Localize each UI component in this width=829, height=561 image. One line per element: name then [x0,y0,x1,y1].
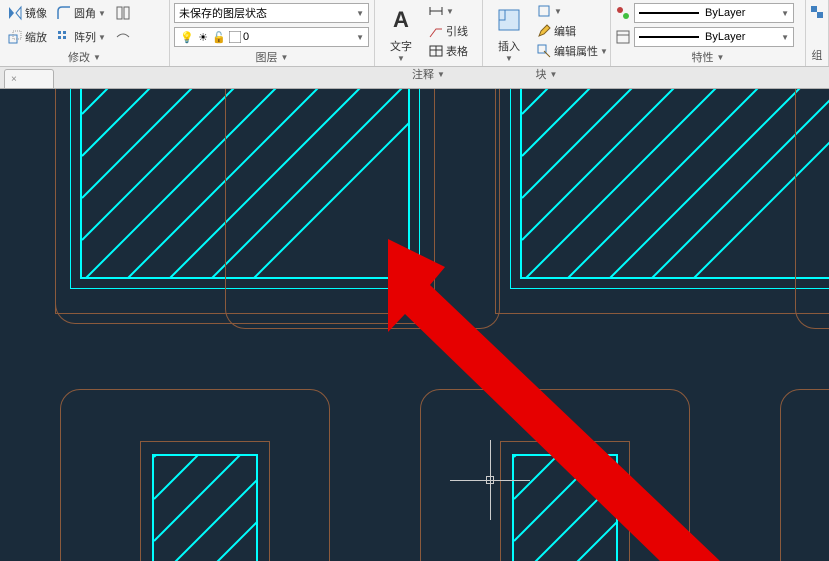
edit-button[interactable]: 编辑 [533,22,611,40]
chevron-down-icon: ▼ [98,33,106,42]
leader-label: 引线 [446,23,468,39]
layer-state-value: 未保存的图层状态 [179,5,267,21]
layer-panel-label: 图层 ▼ [174,48,370,66]
chevron-down-icon: ▼ [781,33,789,42]
text-icon: A [385,4,417,36]
chevron-down-icon: ▼ [554,7,562,16]
layer-dropdown[interactable]: 💡 ☀ 🔓 0 ▼ [174,27,369,47]
edit-label: 编辑 [554,23,576,39]
linetype-dropdown[interactable]: ByLayer ▼ [634,3,794,23]
rounded-outline [795,89,829,329]
edit-icon [536,23,552,39]
lineweight-dropdown[interactable]: ByLayer ▼ [634,27,794,47]
insert-icon [493,4,525,36]
array-button[interactable]: 阵列 ▼ [53,28,109,46]
group-panel-label: 组 [810,46,824,64]
mirror-button[interactable]: 镜像 [4,4,50,22]
linetype-value: ByLayer [705,7,745,19]
editattr-button[interactable]: 编辑属性 ▼ [533,42,611,60]
match-props-icon[interactable] [615,5,631,21]
mirror-icon [7,5,23,21]
tool-button-2[interactable] [112,28,134,46]
dimension-icon [428,3,444,19]
props-icon[interactable] [615,29,631,45]
table-label: 表格 [446,43,468,59]
tool-button-1[interactable] [112,4,134,22]
chevron-down-icon: ▼ [446,7,454,16]
document-tab[interactable]: × [4,69,54,88]
chevron-down-icon: ▼ [600,47,608,56]
fillet-label: 圆角 [74,5,96,21]
properties-panel-label: 特性 ▼ [615,48,801,66]
line-preview [639,36,699,38]
chevron-down-icon: ▼ [505,54,513,63]
lightbulb-icon: 💡 [179,29,195,45]
chevron-down-icon: ▼ [98,9,106,18]
text-label: 文字 [390,38,412,54]
table-icon [428,43,444,59]
text-button[interactable]: A 文字 ▼ [379,2,423,65]
rounded-outline [225,89,500,329]
group-button[interactable] [810,2,824,22]
create-icon [536,3,552,19]
chevron-down-icon: ▼ [356,9,364,18]
tool-icon [115,5,131,21]
leader-icon [428,23,444,39]
tab-close[interactable]: × [11,74,17,85]
chevron-down-icon: ▼ [397,54,405,63]
hatched-rect [512,454,618,561]
modify-panel-label: 修改 ▼ [4,48,165,66]
create-button[interactable]: ▼ [533,2,611,20]
mirror-label: 镜像 [25,5,47,21]
scale-label: 缩放 [25,29,47,45]
annotate-panel-label: 注释 ▼ [379,65,478,83]
block-panel-label: 块 ▼ [487,65,606,83]
array-label: 阵列 [74,29,96,45]
hatched-rect [520,89,829,279]
scale-icon [7,29,23,45]
layer-state-dropdown[interactable]: 未保存的图层状态 ▼ [174,3,369,23]
editattr-icon [536,43,552,59]
hatched-rect [152,454,258,561]
tool-icon [115,29,131,45]
lineweight-value: ByLayer [705,31,745,43]
color-swatch-icon [227,29,243,45]
drawing-canvas[interactable] [0,89,829,561]
insert-button[interactable]: 插入 ▼ [487,2,531,65]
chevron-down-icon: ▼ [781,9,789,18]
chevron-down-icon: ▼ [356,33,364,42]
scale-button[interactable]: 缩放 [4,28,50,46]
dimension-button[interactable]: ▼ [425,2,471,20]
fillet-button[interactable]: 圆角 ▼ [53,4,109,22]
table-button[interactable]: 表格 [425,42,471,60]
leader-button[interactable]: 引线 [425,22,471,40]
group-icon [809,4,825,20]
sun-icon: ☀ [195,29,211,45]
crosshair-pickbox [486,476,494,484]
layer-name: 0 [243,31,249,43]
rounded-outline [780,389,829,561]
fillet-icon [56,5,72,21]
line-preview [639,12,699,14]
array-icon [56,29,72,45]
lock-icon: 🔓 [211,29,227,45]
editattr-label: 编辑属性 [554,43,598,59]
insert-label: 插入 [498,38,520,54]
